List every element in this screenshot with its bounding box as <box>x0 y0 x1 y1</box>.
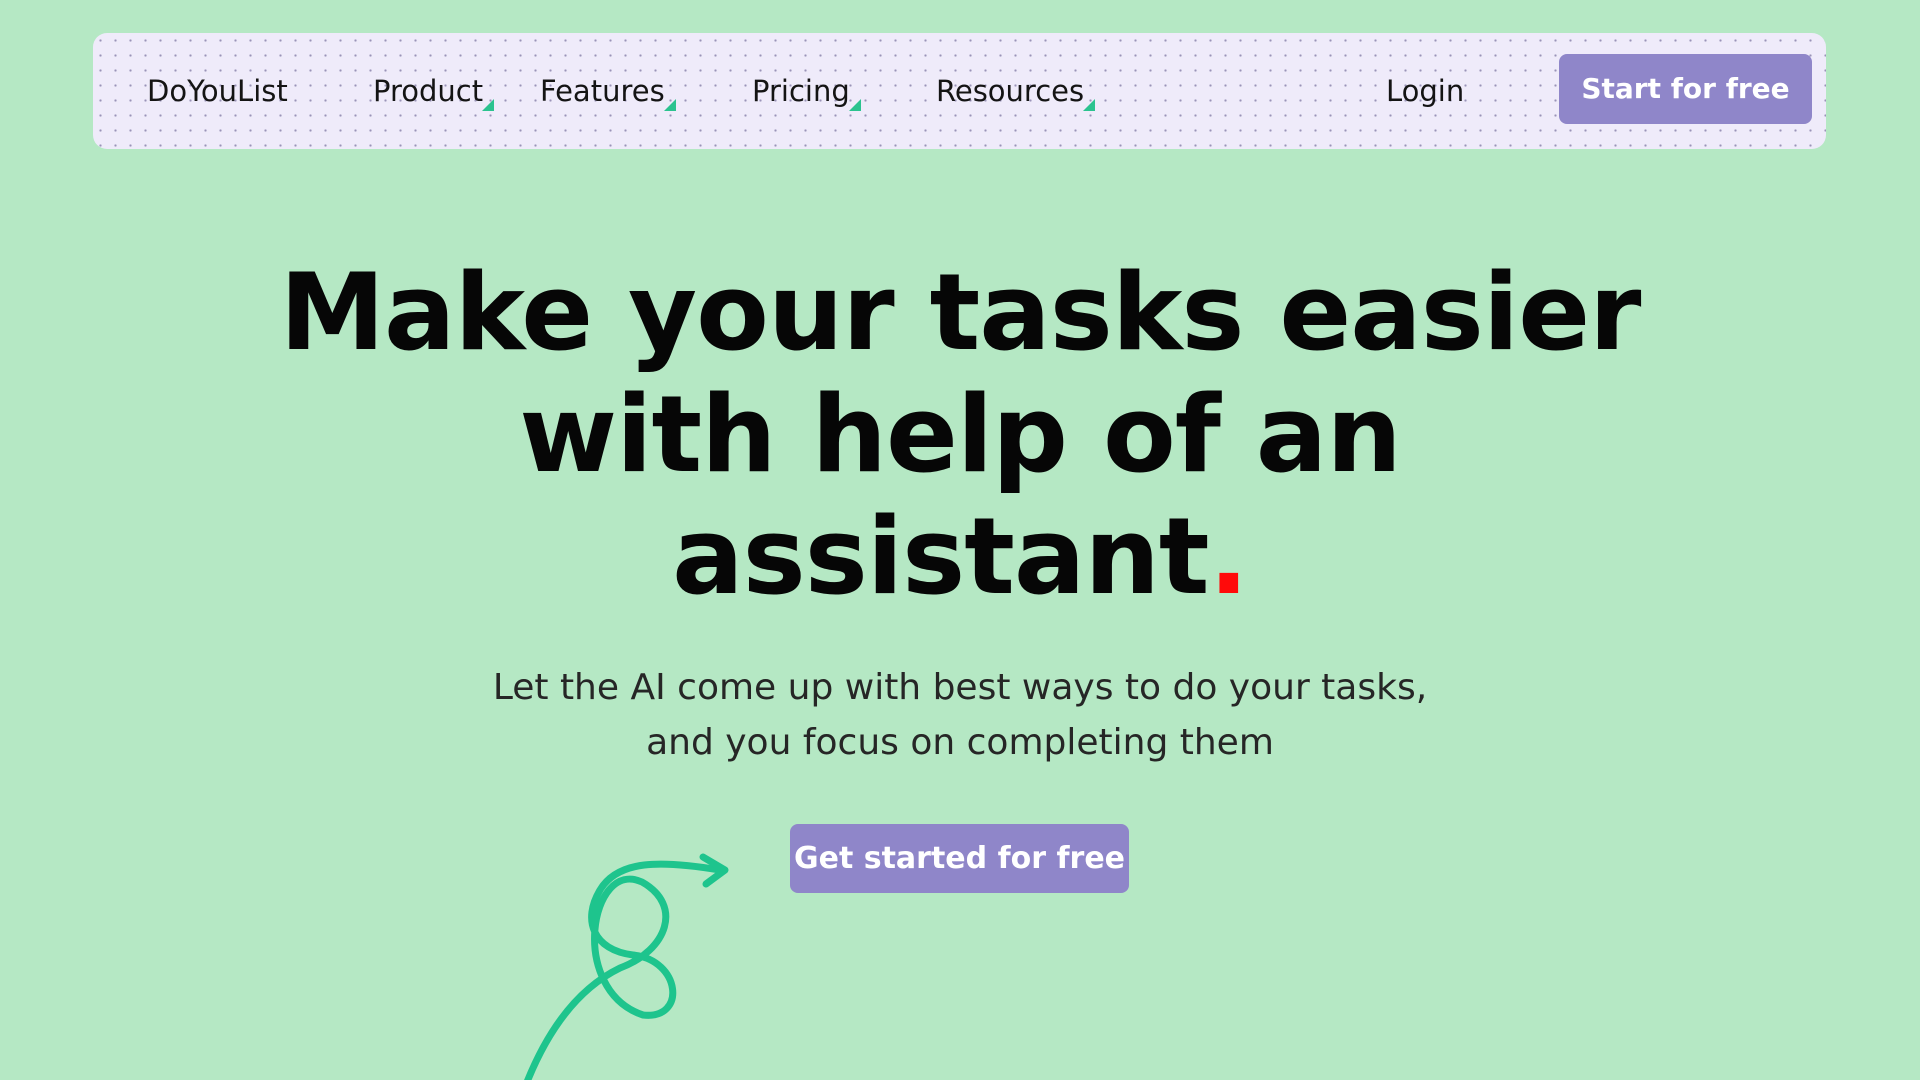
headline-line: Make your tasks easier <box>279 251 1642 374</box>
nav-item-pricing[interactable]: Pricing <box>752 33 861 149</box>
hero-subtitle: Let the AI come up with best ways to do … <box>0 660 1920 770</box>
dropdown-corner-icon <box>482 99 495 111</box>
dropdown-corner-icon <box>663 99 676 111</box>
brand-logo[interactable]: DoYouList <box>147 33 288 149</box>
top-navigation-bar: DoYouList Product Features Pricing Resou… <box>93 33 1826 149</box>
headline-word: assistant <box>672 495 1209 618</box>
nav-item-label: Product <box>373 74 484 108</box>
nav-item-product[interactable]: Product <box>373 33 495 149</box>
subtitle-line: and you focus on completing them <box>646 722 1274 763</box>
hero-headline: Make your tasks easier with help of an a… <box>0 252 1920 618</box>
nav-item-label: Resources <box>936 74 1085 108</box>
red-dot-accent: . <box>1208 495 1249 618</box>
dropdown-corner-icon <box>848 99 861 111</box>
login-link[interactable]: Login <box>1386 33 1464 149</box>
subtitle-line: Let the AI come up with best ways to do … <box>492 667 1428 708</box>
landing-page: DoYouList Product Features Pricing Resou… <box>0 0 1920 1080</box>
start-for-free-button[interactable]: Start for free <box>1559 54 1812 124</box>
get-started-button[interactable]: Get started for free <box>790 824 1129 893</box>
nav-item-label: Pricing <box>752 74 850 108</box>
nav-item-features[interactable]: Features <box>540 33 676 149</box>
dropdown-corner-icon <box>1083 99 1096 111</box>
nav-item-resources[interactable]: Resources <box>936 33 1096 149</box>
headline-line: with help of an <box>519 373 1402 496</box>
nav-item-label: Features <box>540 74 665 108</box>
headline-line-last: assistant. <box>0 496 1920 618</box>
